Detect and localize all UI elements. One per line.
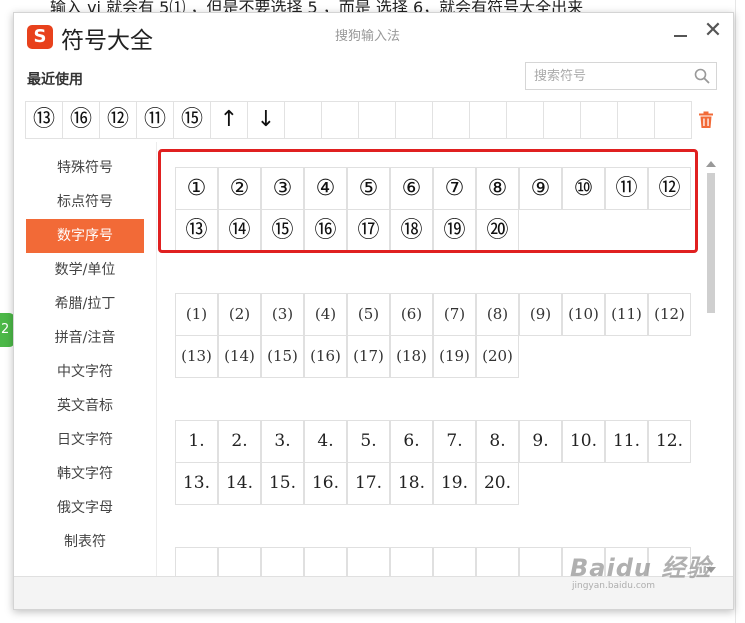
symbol-cell[interactable]: (16) [304,335,347,378]
sidebar-item[interactable]: 特殊符号 [26,151,144,185]
scroll-thumb[interactable] [707,173,715,313]
trash-icon[interactable] [698,111,714,129]
title-bar[interactable]: S 符号大全 搜狗输入法 ✕ [14,13,733,61]
symbol-cell[interactable]: 4. [304,420,347,463]
sidebar-item[interactable]: 俄文字母 [26,491,144,525]
close-button[interactable]: ✕ [702,19,724,43]
symbol-cell[interactable]: 8. [476,420,519,463]
sidebar-item[interactable]: 希腊/拉丁 [26,287,144,321]
symbol-window: S 符号大全 搜狗输入法 ✕ 最近使用 ⑬⑯⑫⑪⑮↑↓ 特殊符号标点符号数字序号… [13,12,734,610]
symbol-cell[interactable]: (12) [648,293,691,336]
symbol-cell[interactable]: (1) [175,293,218,336]
symbol-cell[interactable]: (18) [390,335,433,378]
symbol-cell[interactable]: 10. [562,420,605,463]
recent-symbol-cell[interactable] [358,101,396,139]
symbol-cell[interactable]: 11. [605,420,648,463]
recent-symbol-cell[interactable]: ⑫ [99,101,137,139]
symbol-cell[interactable]: 13. [175,462,218,505]
symbol-cell[interactable]: (17) [347,335,390,378]
recent-label: 最近使用 [27,72,83,88]
symbol-cell[interactable]: 7. [433,420,476,463]
scroll-up-arrow-icon[interactable] [706,161,716,167]
symbol-cell[interactable]: 15. [261,462,304,505]
sidebar-item[interactable]: 日文字符 [26,423,144,457]
sidebar-item[interactable]: 标点符号 [26,185,144,219]
symbol-cell[interactable]: (2) [218,293,261,336]
symbol-cell[interactable]: (7) [433,293,476,336]
recent-symbol-cell[interactable] [617,101,655,139]
symbol-cell[interactable]: 14. [218,462,261,505]
sidebar-item[interactable]: 制表符 [26,525,144,559]
background-divider [735,0,736,623]
symbol-cell[interactable]: (10) [562,293,605,336]
symbol-cell[interactable]: (13) [175,335,218,378]
symbol-cell[interactable]: 20. [476,462,519,505]
baidu-watermark: Baidu 经验 jingyan.baidu.com [570,548,720,608]
symbol-cell[interactable]: (5) [347,293,390,336]
sidebar-item[interactable]: 数字序号 [26,219,144,253]
symbol-cell[interactable]: 18. [390,462,433,505]
sidebar-item[interactable]: 韩文字符 [26,457,144,491]
sidebar-item[interactable]: 中文字符 [26,355,144,389]
symbol-cell[interactable]: 9. [519,420,562,463]
search-box[interactable] [525,62,717,90]
recent-symbols-row: ⑬ ⑯ ⑫ ⑪ ⑮ ↑ ↓ [25,101,692,139]
recent-symbol-cell[interactable] [506,101,544,139]
parenthesized-number-group: (1) (2) (3) (4) (5) (6) (7) (8) (9) (10) (11) (12) (… [175,293,692,378]
recent-symbol-cell[interactable] [469,101,507,139]
scrollbar[interactable] [704,159,718,577]
symbol-cell[interactable]: (20) [476,335,519,378]
symbol-cell[interactable]: (14) [218,335,261,378]
recent-symbol-cell[interactable] [284,101,322,139]
symbol-cell[interactable]: (8) [476,293,519,336]
recent-symbol-cell[interactable] [543,101,581,139]
window-subtitle: 搜狗输入法 [335,29,401,44]
sogou-logo-icon: S [27,25,53,49]
recent-symbol-cell[interactable]: ⑮ [173,101,211,139]
highlight-box [158,149,698,253]
sidebar-item[interactable]: 数学/单位 [26,253,144,287]
search-input[interactable] [526,63,684,89]
symbol-cell[interactable]: 3. [261,420,304,463]
symbol-cell[interactable]: (6) [390,293,433,336]
symbol-cell[interactable]: 17. [347,462,390,505]
symbol-cell[interactable]: 16. [304,462,347,505]
recent-symbol-cell[interactable]: ↑ [210,101,248,139]
symbol-cell[interactable]: (19) [433,335,476,378]
minimize-button[interactable] [671,23,691,43]
symbol-cell[interactable]: (15) [261,335,304,378]
recent-symbol-cell[interactable]: ↓ [247,101,285,139]
symbol-cell[interactable]: 1. [175,420,218,463]
sidebar-item[interactable]: 英文音标 [26,389,144,423]
search-icon[interactable] [694,68,710,84]
symbol-cell[interactable]: 2. [218,420,261,463]
symbol-cell[interactable]: (11) [605,293,648,336]
recent-symbol-cell[interactable] [580,101,618,139]
watermark-main: Baidu 经验 [570,554,712,582]
recent-symbol-cell[interactable] [654,101,692,139]
category-sidebar: 特殊符号 标点符号 数字序号 数学/单位 希腊/拉丁 拼音/注音 中文字符 英文音标 日文字符韩… [26,151,144,559]
symbol-cell[interactable]: 19. [433,462,476,505]
symbol-cell[interactable]: 5. [347,420,390,463]
recent-symbol-cell[interactable] [432,101,470,139]
window-title: 符号大全 [61,28,153,54]
sidebar-item[interactable]: 拼音/注音 [26,321,144,355]
symbol-cell[interactable]: (9) [519,293,562,336]
symbol-cell[interactable]: 12. [648,420,691,463]
recent-symbol-cell[interactable] [321,101,359,139]
symbol-cell[interactable]: (3) [261,293,304,336]
recent-symbol-cell[interactable] [395,101,433,139]
recent-symbol-cell[interactable]: ⑪ [136,101,174,139]
dotted-number-group: 1. 2. 3. 4. 5. 6. 7. 8. 9. 10. 11. 12. 13. 14. 15. 16. 1… [175,420,692,505]
symbol-cell[interactable]: 6. [390,420,433,463]
symbol-cell[interactable]: (4) [304,293,347,336]
recent-symbol-cell[interactable]: ⑬ [25,101,63,139]
recent-symbol-cell[interactable]: ⑯ [62,101,100,139]
